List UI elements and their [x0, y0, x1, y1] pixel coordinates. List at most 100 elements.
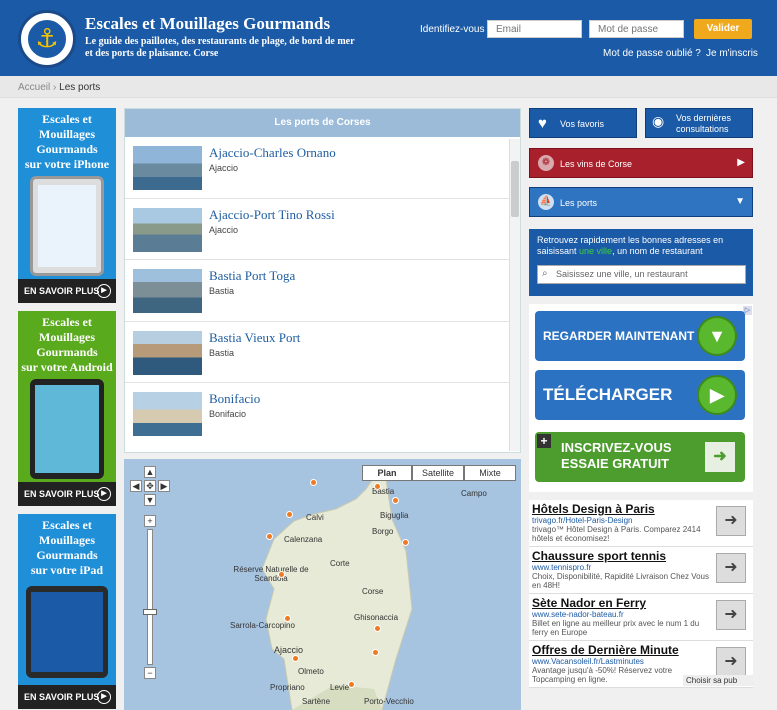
wines-button[interactable]: ❁ Les vins de Corse ▶: [529, 148, 753, 178]
promo-ipad[interactable]: Escales et Mouillages Gourmands sur votr…: [18, 514, 116, 709]
port-marker[interactable]: [292, 655, 299, 662]
zoom-out-icon[interactable]: −: [144, 667, 156, 679]
login-label: Identifiez-vous: [420, 24, 485, 35]
port-item[interactable]: Ajaccio-Port Tino Rossi Ajaccio: [125, 199, 520, 260]
sailboat-icon: ⛵: [538, 194, 554, 210]
port-marker[interactable]: [284, 615, 291, 622]
text-ad[interactable]: Chaussure sport tennis www.tennispro.fr …: [529, 547, 753, 594]
android-image: [30, 379, 104, 479]
port-marker[interactable]: [266, 533, 273, 540]
port-marker[interactable]: [392, 497, 399, 504]
promo-more-button[interactable]: EN SAVOIR PLUS ▶: [18, 279, 116, 303]
ports-button[interactable]: ⛵ Les ports ▼: [529, 187, 753, 217]
plus-icon: +: [537, 434, 551, 448]
login-submit-button[interactable]: Valider: [694, 19, 752, 39]
promo-prefix: sur votre: [30, 563, 77, 577]
map-label: Calvi: [306, 513, 324, 522]
signup-link[interactable]: Je m'inscris: [706, 48, 758, 59]
text-ad-desc: trivago™ Hôtel Design à Paris. Comparez …: [532, 525, 701, 543]
ad-choice-link[interactable]: Choisir sa pub: [683, 675, 753, 686]
port-name[interactable]: Ajaccio-Charles Ornano: [209, 145, 336, 161]
port-marker[interactable]: [348, 681, 355, 688]
port-marker[interactable]: [286, 511, 293, 518]
search-input[interactable]: ⌕ Saisissez une ville, un restaurant: [537, 265, 746, 284]
promo-button-label: EN SAVOIR PLUS: [24, 286, 100, 296]
pan-center-icon[interactable]: ✥: [144, 480, 156, 492]
download-ad[interactable]: TÉLÉCHARGER ▶: [535, 370, 745, 420]
pan-up-icon[interactable]: ▲: [144, 466, 156, 478]
site-title: Escales et Mouillages Gourmands: [85, 14, 331, 33]
watch-now-label: REGARDER MAINTENANT: [543, 329, 695, 343]
map-label: Ajaccio: [274, 645, 304, 655]
map-type-satellite[interactable]: Satellite: [412, 465, 464, 481]
arrow-right-icon[interactable]: ➜: [716, 506, 746, 536]
promo-android[interactable]: Escales et Mouillages Gourmands sur votr…: [18, 311, 116, 506]
recent-consultations-button[interactable]: ◉ Vos dernières consultations: [645, 108, 753, 138]
breadcrumb-home[interactable]: Accueil: [18, 82, 50, 93]
map-label: Ghisonaccia: [354, 613, 399, 622]
zoom-slider[interactable]: [147, 529, 153, 665]
email-field[interactable]: [487, 20, 582, 38]
port-item[interactable]: Bastia Port Toga Bastia: [125, 260, 520, 322]
port-item[interactable]: Bonifacio Bonifacio: [125, 383, 520, 445]
map-label: Sartène: [302, 697, 331, 706]
port-item[interactable]: Bastia Vieux Port Bastia: [125, 322, 520, 383]
breadcrumb-separator: ›: [53, 82, 57, 93]
map-label: Corse: [362, 587, 384, 596]
map-label: Sarrola-Carcopino: [230, 621, 295, 630]
scrollbar-thumb[interactable]: [511, 161, 519, 217]
search-placeholder: Saisissez une ville, un restaurant: [556, 269, 688, 279]
port-marker[interactable]: [374, 483, 381, 490]
zoom-in-icon[interactable]: +: [144, 515, 156, 527]
favorites-label: Vos favoris: [560, 119, 605, 129]
arrow-right-icon: ➜: [705, 442, 735, 472]
port-name[interactable]: Bastia Port Toga: [209, 268, 295, 284]
promo-more-button[interactable]: EN SAVOIR PLUS ▶: [18, 685, 116, 709]
port-city: Ajaccio: [209, 163, 239, 173]
ports-map[interactable]: Plan Satellite Mixte ▲ ◀ ✥ ▶ ▼ + − Basti…: [124, 459, 521, 710]
pan-left-icon[interactable]: ◀: [130, 480, 142, 492]
promo-iphone[interactable]: Escales et Mouillages Gourmands sur votr…: [18, 108, 116, 303]
signup-ad[interactable]: + INSCRIVEZ-VOUS ESSAIE GRATUIT ➜: [535, 432, 745, 482]
port-marker[interactable]: [402, 539, 409, 546]
zoom-slider-handle[interactable]: [143, 609, 157, 615]
arrow-right-icon[interactable]: ➜: [716, 647, 746, 677]
arrow-right-icon[interactable]: ➜: [716, 600, 746, 630]
port-name[interactable]: Bastia Vieux Port: [209, 330, 300, 346]
favorites-button[interactable]: ♥ Vos favoris: [529, 108, 637, 138]
map-label: Calenzana: [284, 535, 323, 544]
play-icon: ▶: [97, 487, 111, 501]
text-ad[interactable]: Hôtels Design à Paris trivago.fr/Hotel-P…: [529, 500, 753, 547]
arrow-right-icon[interactable]: ➜: [716, 553, 746, 583]
promo-platform-name: iPad: [79, 563, 104, 577]
password-field[interactable]: [589, 20, 684, 38]
play-icon: ▶: [97, 690, 111, 704]
ports-panel: Les ports de Corses Ajaccio-Charles Orna…: [124, 108, 521, 453]
port-marker[interactable]: [310, 479, 317, 486]
port-item[interactable]: Ajaccio-Charles Ornano Ajaccio: [125, 137, 520, 199]
map-type-mixte[interactable]: Mixte: [464, 465, 516, 481]
map-type-plan[interactable]: Plan: [362, 465, 412, 481]
port-city: Bonifacio: [209, 409, 247, 419]
site-logo[interactable]: ⚓: [18, 10, 76, 68]
watch-now-ad[interactable]: REGARDER MAINTENANT ▼: [535, 311, 745, 361]
text-ad[interactable]: Sète Nador en Ferry www.sete-nador-batea…: [529, 594, 753, 641]
port-city: Bastia: [209, 347, 235, 358]
pan-down-icon[interactable]: ▼: [144, 494, 156, 506]
map-label: Campo: [461, 489, 487, 498]
promo-more-button[interactable]: EN SAVOIR PLUS ▶: [18, 482, 116, 506]
ports-heading: Les ports de Corses: [125, 109, 520, 137]
port-thumbnail: [133, 207, 202, 252]
search-icon: ⌕: [542, 268, 548, 279]
port-name[interactable]: Bonifacio: [209, 391, 260, 407]
forgot-password-link[interactable]: Mot de passe oublié ?: [603, 48, 701, 59]
port-marker[interactable]: [278, 571, 285, 578]
promo-prefix: sur votre: [24, 157, 71, 171]
promo-button-label: EN SAVOIR PLUS: [24, 692, 100, 702]
ports-scrollbar[interactable]: [509, 139, 520, 451]
port-name[interactable]: Ajaccio-Port Tino Rossi: [209, 207, 335, 223]
port-marker[interactable]: [372, 649, 379, 656]
port-marker[interactable]: [374, 625, 381, 632]
pan-right-icon[interactable]: ▶: [158, 480, 170, 492]
port-city: Ajaccio: [209, 224, 239, 235]
